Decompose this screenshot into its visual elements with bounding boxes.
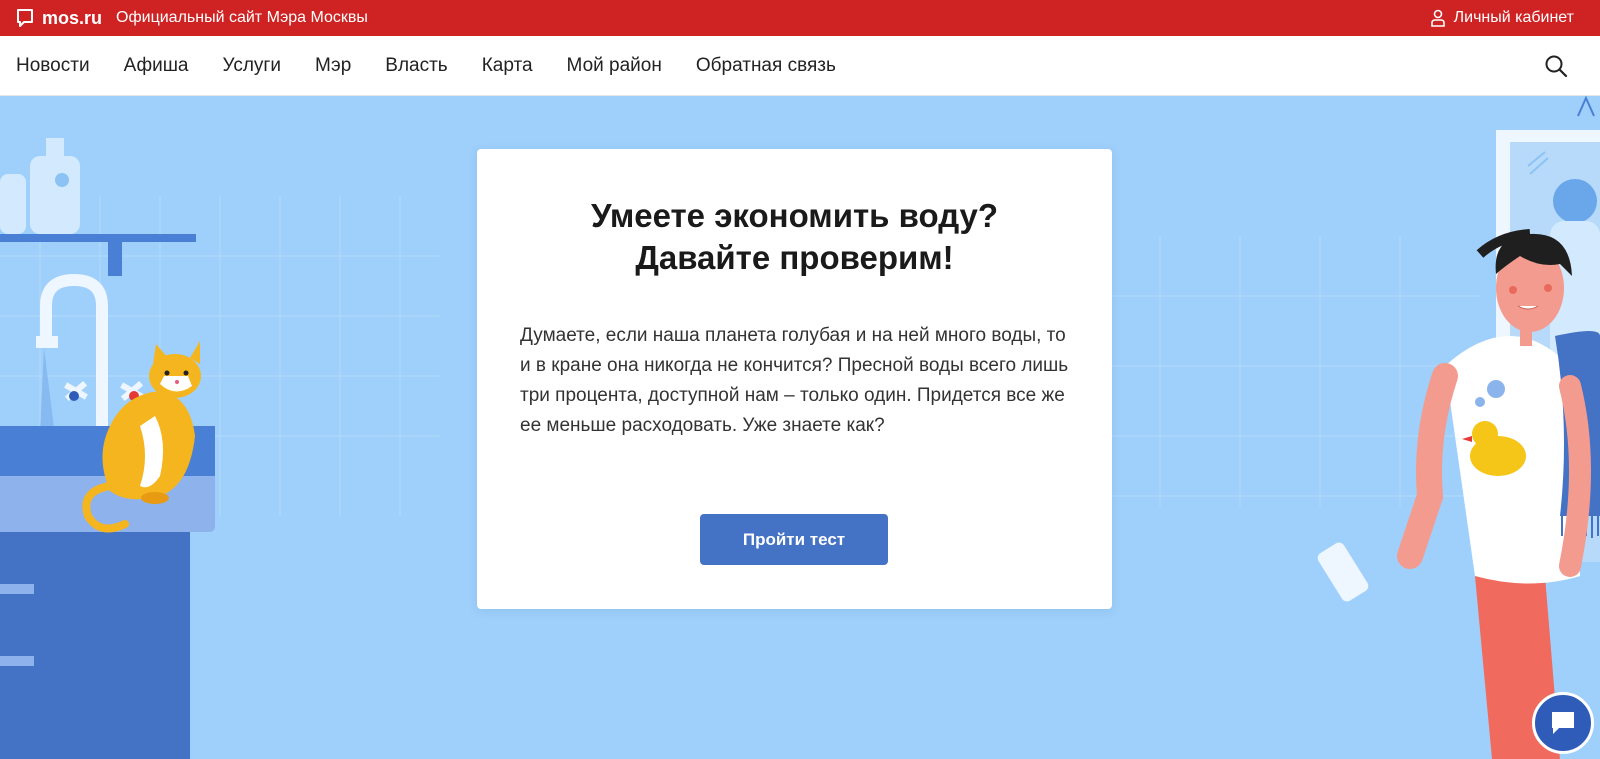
card-title: Умеете экономить воду? Давайте проверим! [477,195,1112,279]
brand-logo[interactable]: mos.ru Официальный сайт Мэра Москвы [16,0,368,36]
user-icon [1430,9,1445,27]
card-description: Думаете, если наша планета голубая и на … [520,325,1069,436]
nav-item-my-district[interactable]: Мой район [567,55,662,77]
mos-logo-icon [17,9,33,27]
brand-name: mos.ru [42,7,103,28]
nav-item-mayor[interactable]: Мэр [315,55,351,77]
nav-item-feedback[interactable]: Обратная связь [696,55,836,77]
search-icon[interactable] [1544,54,1568,78]
nav-item-services[interactable]: Услуги [223,55,281,77]
chat-icon [1552,712,1574,734]
account-link[interactable]: Личный кабинет [1430,0,1574,36]
main-nav: Новости Афиша Услуги Мэр Власть Карта Мо… [0,36,1600,96]
hero-banner: Умеете экономить воду? Давайте проверим!… [0,96,1600,759]
take-test-button[interactable]: Пройти тест [700,514,888,565]
card-title-line2: Давайте проверим! [635,239,954,276]
chat-button[interactable] [1532,692,1594,754]
brand-subtitle: Официальный сайт Мэра Москвы [116,9,368,26]
quiz-card: Умеете экономить воду? Давайте проверим!… [477,149,1112,609]
card-title-line1: Умеете экономить воду? [590,197,999,234]
nav-item-news[interactable]: Новости [16,55,90,77]
top-bar: mos.ru Официальный сайт Мэра Москвы Личн… [0,0,1600,36]
nav-item-map[interactable]: Карта [482,55,533,77]
account-label: Личный кабинет [1453,9,1574,26]
bathroom-illustration [0,138,440,759]
nav-item-government[interactable]: Власть [385,55,447,77]
nav-item-afisha[interactable]: Афиша [124,55,189,77]
man-illustration [1100,96,1600,759]
